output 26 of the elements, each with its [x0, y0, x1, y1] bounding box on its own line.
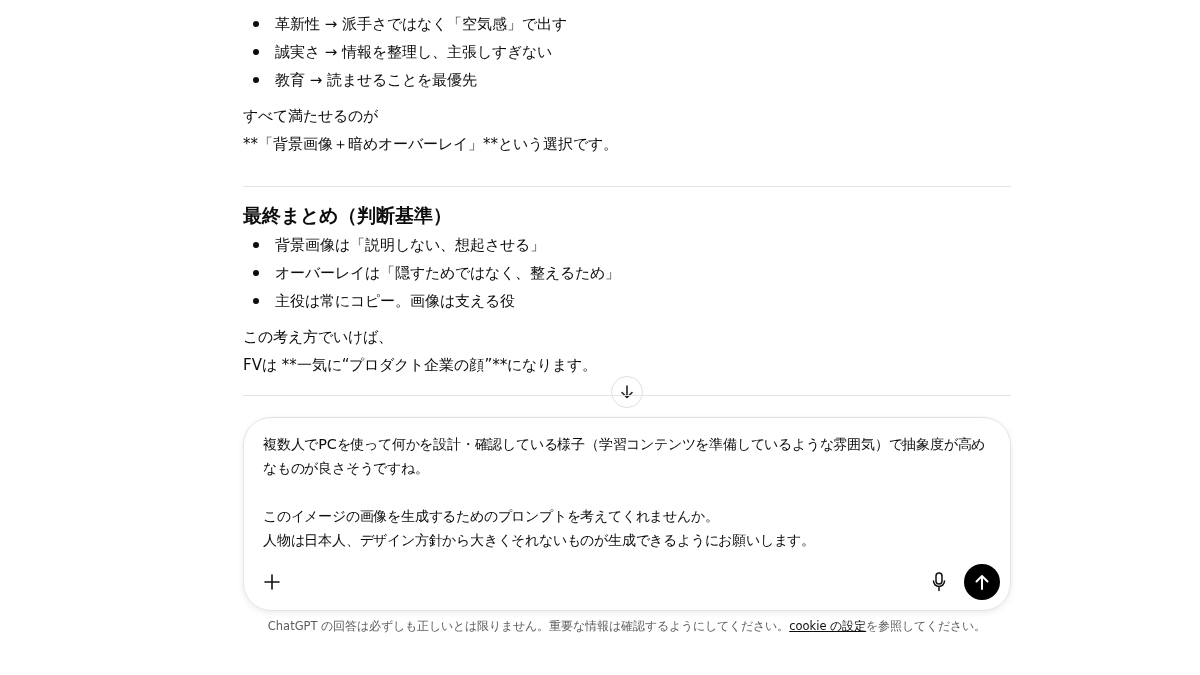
paragraph-line: **「背景画像＋暗めオーバーレイ」**という選択です。 [243, 134, 619, 155]
message-input-field[interactable]: 複数人でPCを使って何かを設計・確認している様子（学習コンテンツを準備しているような雰囲気）で抽象度が高めなものが良さそうですね。 このイメージの画像を生成するためのプロンプトを考えてくれませんか。 人物は日本人、デザイン方針から大きくそれないものが生成できるようにお願いします。 [263, 432, 1000, 552]
list-item-text: オーバーレイは「隠すためではなく、整えるため」 [275, 263, 620, 283]
bullet-icon [253, 49, 259, 55]
section-heading: 最終まとめ（判断基準） [243, 203, 453, 228]
send-button[interactable] [964, 564, 1000, 600]
list-item-text: 誠実さ → 情報を整理し、主張しすぎない [275, 42, 553, 62]
bullet-icon [253, 77, 259, 83]
arrow-up-icon [974, 573, 990, 591]
paragraph-line: この考え方でいけば、 [243, 327, 394, 348]
plus-icon[interactable] [263, 573, 281, 591]
list-item-text: 背景画像は「説明しない、想起させる」 [275, 235, 545, 255]
arrow-down-icon [619, 384, 635, 400]
list-item-text: 革新性 → 派手さではなく「空気感」で出す [275, 14, 568, 34]
list-item-text: 主役は常にコピー。画像は支える役 [275, 291, 515, 311]
cookie-settings-link[interactable]: cookie の設定 [789, 619, 867, 633]
paragraph-line: FVは **一気に“プロダクト企業の顔”**になります。 [243, 355, 599, 376]
paragraph-line: すべて満たせるのが [243, 106, 379, 127]
microphone-icon[interactable] [932, 572, 946, 592]
bullet-icon [253, 242, 259, 248]
bullet-icon [253, 21, 259, 27]
scroll-down-button[interactable] [611, 376, 643, 408]
disclaimer-text: ChatGPT の回答は必ずしも正しいとは限りません。重要な情報は確認するようにしてください。cookie の設定を参照してください。 [266, 619, 988, 634]
list-item-text: 教育 → 読ませることを最優先 [275, 70, 478, 90]
bullet-icon [253, 270, 259, 276]
bullet-icon [253, 298, 259, 304]
